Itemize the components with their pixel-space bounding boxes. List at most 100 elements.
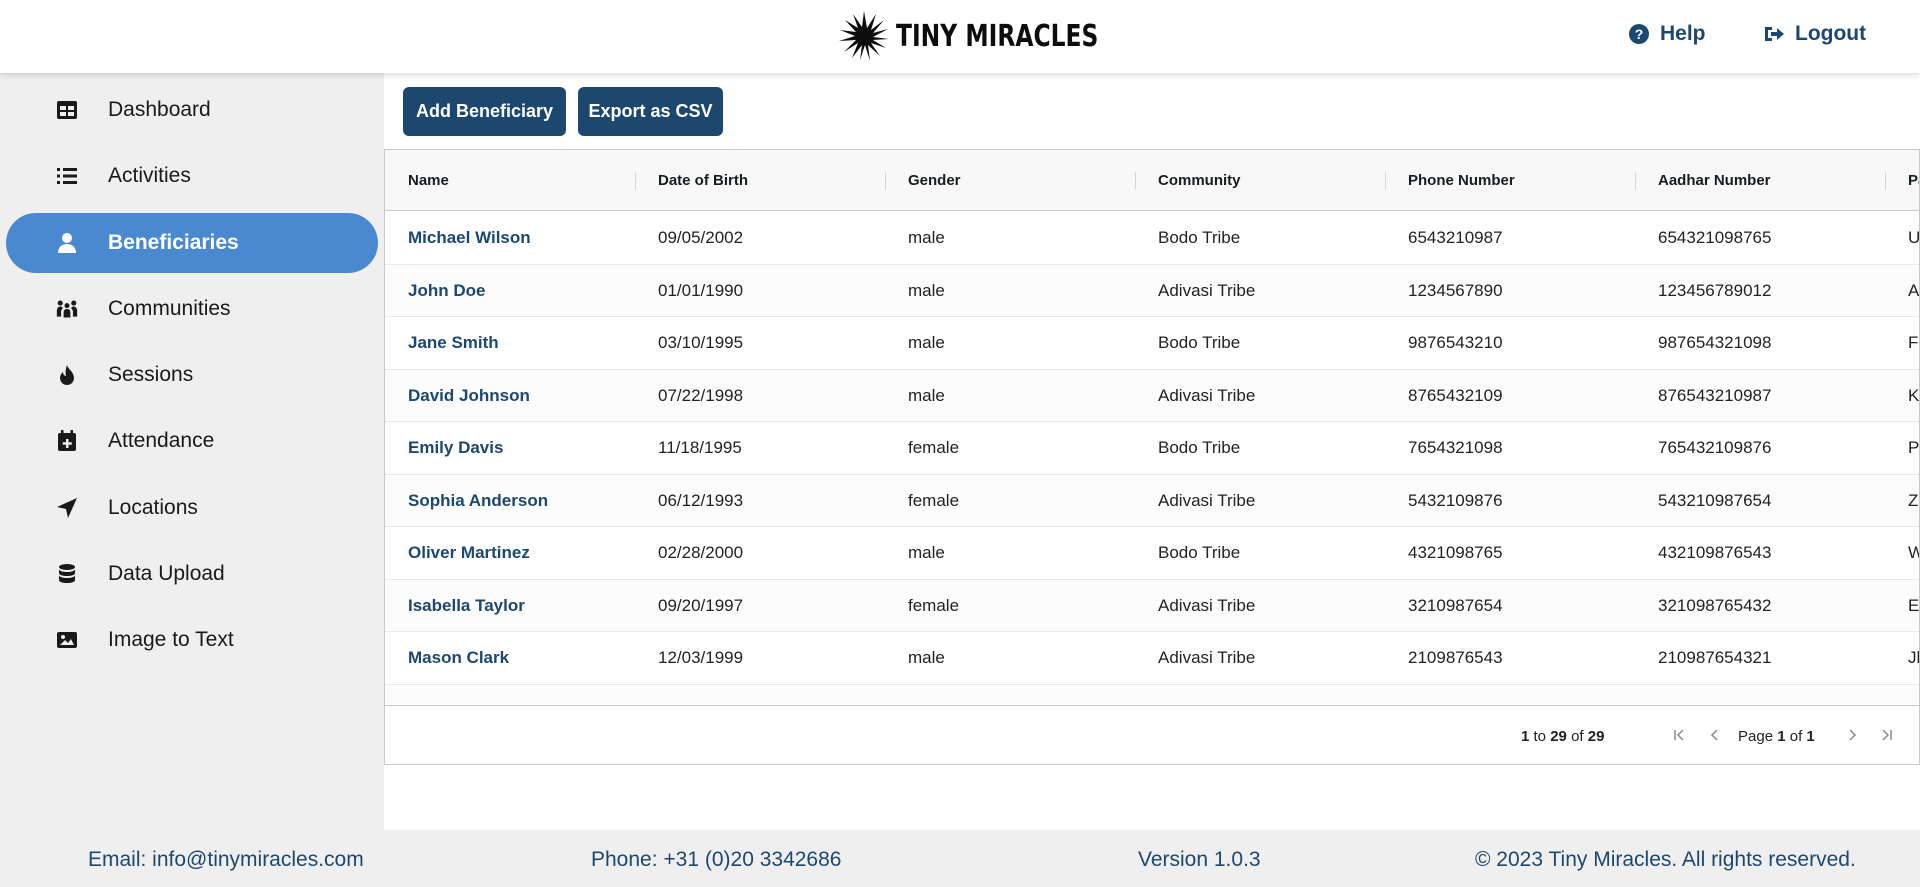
logo-text: TINY MIRACLES — [896, 18, 1099, 54]
table-row[interactable]: Emily Davis 11/18/1995 female Bodo Tribe… — [385, 422, 1919, 475]
last-page-icon[interactable] — [1879, 727, 1895, 743]
people-group-icon — [56, 298, 78, 320]
sidebar-item-label: Dashboard — [108, 98, 211, 121]
cell-name[interactable]: Sophia Anderson — [408, 475, 548, 527]
cell-aadhar-number: 210987654321 — [1658, 648, 1772, 667]
sidebar-item-label: Locations — [108, 496, 198, 519]
logout-link[interactable]: Logout — [1763, 22, 1866, 46]
first-page-icon[interactable] — [1671, 727, 1687, 743]
cell-truncated: W — [1908, 527, 1919, 579]
row-of-word: of — [1571, 728, 1584, 745]
cell-community: Adivasi Tribe — [1158, 280, 1256, 300]
table-row-partial[interactable] — [385, 684, 1919, 704]
help-label: Help — [1660, 22, 1706, 45]
table-row[interactable]: Jane Smith 03/10/1995 male Bodo Tribe 98… — [385, 317, 1919, 370]
table-row[interactable]: Michael Wilson 09/05/2002 male Bodo Trib… — [385, 212, 1919, 265]
table-row[interactable]: Mason Clark 12/03/1999 male Adivasi Trib… — [385, 632, 1919, 685]
cell-phone-number: 8765432109 — [1408, 385, 1503, 405]
cell-date-of-birth: 12/03/1999 — [658, 648, 744, 667]
table-row[interactable]: Oliver Martinez 02/28/2000 male Bodo Tri… — [385, 527, 1919, 580]
cell-community: Bodo Tribe — [1158, 543, 1241, 562]
cell-gender: male — [908, 543, 945, 562]
column-header-name[interactable]: Name — [408, 150, 449, 211]
column-header-aadhar-number[interactable]: Aadhar Number — [1658, 150, 1771, 211]
cell-community: Adivasi Tribe — [1158, 385, 1256, 405]
footer-copyright: © 2023 Tiny Miracles. All rights reserve… — [1475, 848, 1856, 871]
column-header-gender[interactable]: Gender — [908, 150, 961, 211]
cell-phone-number: 3210987654 — [1408, 595, 1503, 615]
cell-name[interactable]: David Johnson — [408, 370, 530, 422]
cell-date-of-birth: 11/18/1995 — [658, 438, 742, 457]
column-header-phone-number[interactable]: Phone Number — [1408, 150, 1515, 211]
sidebar-item-label: Communities — [108, 297, 231, 320]
cell-community: Bodo Tribe — [1158, 228, 1241, 247]
cell-aadhar-number: 654321098765 — [1658, 228, 1772, 247]
svg-text:?: ? — [1635, 26, 1644, 42]
column-resize-handle[interactable] — [635, 172, 636, 190]
logo[interactable]: TINY MIRACLES — [838, 10, 1155, 62]
row-to-word: to — [1533, 728, 1547, 745]
sidebar-item-sessions[interactable]: Sessions — [6, 345, 378, 405]
cell-date-of-birth: 03/10/1995 — [658, 333, 744, 352]
column-header-date-of-birth[interactable]: Date of Birth — [658, 150, 748, 211]
column-header-truncated[interactable]: Pa — [1908, 150, 1919, 211]
column-resize-handle[interactable] — [1385, 172, 1386, 190]
previous-page-icon[interactable] — [1707, 727, 1723, 743]
cell-aadhar-number: 432109876543 — [1658, 543, 1772, 562]
sidebar-item-beneficiaries[interactable]: Beneficiaries — [6, 213, 378, 273]
cell-name[interactable]: Mason Clark — [408, 632, 509, 684]
sidebar-item-data-upload[interactable]: Data Upload — [6, 544, 378, 604]
table-row[interactable]: David Johnson 07/22/1998 male Adivasi Tr… — [385, 369, 1919, 422]
sidebar-item-label: Beneficiaries — [108, 231, 239, 254]
cell-aadhar-number: 321098765432 — [1658, 595, 1772, 615]
add-beneficiary-button[interactable]: Add Beneficiary — [403, 87, 566, 136]
sidebar-item-image-to-text[interactable]: Image to Text — [6, 610, 378, 670]
sidebar-item-label: Sessions — [108, 363, 194, 386]
sidebar: Dashboard Activities Beneficiaries Commu… — [0, 73, 384, 830]
cell-name[interactable]: Oliver Martinez — [408, 527, 530, 579]
cell-date-of-birth: 06/12/1993 — [658, 490, 744, 510]
cell-name[interactable]: Emily Davis — [408, 422, 503, 474]
location-arrow-icon — [56, 497, 78, 519]
cell-aadhar-number: 123456789012 — [1658, 280, 1772, 300]
table-row[interactable]: Isabella Taylor 09/20/1997 female Adivas… — [385, 579, 1919, 632]
sidebar-item-label: Activities — [108, 164, 191, 187]
cell-name[interactable]: John Doe — [408, 265, 485, 317]
app-header: TINY MIRACLES ? Help Logout — [0, 0, 1920, 73]
cell-date-of-birth: 02/28/2000 — [658, 543, 744, 562]
cell-phone-number: 7654321098 — [1408, 438, 1503, 457]
export-csv-button[interactable]: Export as CSV — [578, 87, 723, 136]
cell-truncated: A — [1908, 280, 1919, 300]
table-row[interactable]: Sophia Anderson 06/12/1993 female Adivas… — [385, 474, 1919, 527]
cell-name[interactable]: Jane Smith — [408, 317, 499, 369]
sidebar-item-activities[interactable]: Activities — [6, 146, 378, 206]
sidebar-item-attendance[interactable]: Attendance — [6, 411, 378, 471]
cell-truncated: Z — [1908, 490, 1919, 510]
page-of-word: of — [1789, 728, 1803, 745]
sidebar-item-dashboard[interactable]: Dashboard — [6, 80, 378, 140]
cell-phone-number: 2109876543 — [1408, 648, 1503, 667]
fire-icon — [56, 364, 78, 386]
cell-name[interactable]: Isabella Taylor — [408, 580, 525, 632]
table-row[interactable]: John Doe 01/01/1990 male Adivasi Tribe 1… — [385, 264, 1919, 317]
help-link[interactable]: ? Help — [1628, 22, 1706, 46]
sidebar-item-communities[interactable]: Communities — [6, 279, 378, 339]
column-resize-handle[interactable] — [1135, 172, 1136, 190]
row-summary: 1 to 29 of 29 — [1521, 728, 1604, 745]
next-page-icon[interactable] — [1844, 727, 1860, 743]
sidebar-item-locations[interactable]: Locations — [6, 478, 378, 538]
cell-community: Bodo Tribe — [1158, 333, 1241, 352]
cell-phone-number: 1234567890 — [1408, 280, 1503, 300]
column-resize-handle[interactable] — [1635, 172, 1636, 190]
cell-truncated: El — [1908, 595, 1919, 615]
footer-version: Version 1.0.3 — [1138, 848, 1261, 871]
column-header-community[interactable]: Community — [1158, 150, 1241, 211]
app-footer: Email: info@tinymiracles.com Phone: +31 … — [0, 830, 1920, 887]
cell-truncated: Jk — [1908, 648, 1919, 667]
column-resize-handle[interactable] — [1885, 172, 1886, 190]
cell-name[interactable]: Michael Wilson — [408, 212, 531, 264]
column-resize-handle[interactable] — [885, 172, 886, 190]
cell-community: Bodo Tribe — [1158, 438, 1241, 457]
pagination-panel: 1 to 29 of 29 Page 1 of 1 — [385, 705, 1919, 764]
row-to: 29 — [1550, 728, 1567, 745]
